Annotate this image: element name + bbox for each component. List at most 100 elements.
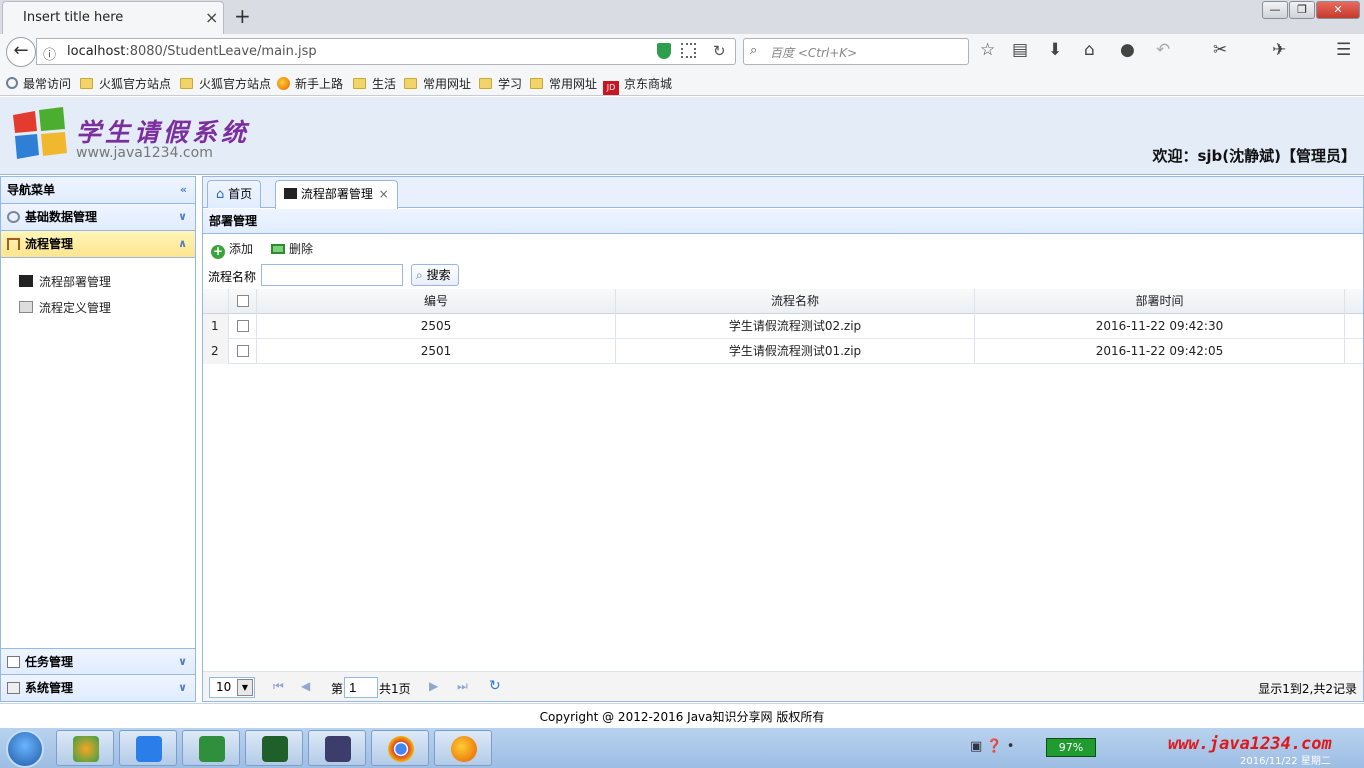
info-icon[interactable]: ⓘ <box>43 44 56 63</box>
chrome-icon <box>388 736 414 762</box>
browser-nav-bar: ⓘ localhost:8080/StudentLeave/main.jsp ↻… <box>0 34 1364 70</box>
home-icon[interactable]: ⌂ <box>1084 40 1095 60</box>
delete-button[interactable]: 删除 <box>271 240 313 257</box>
column-header-name[interactable]: 流程名称 <box>616 289 975 314</box>
bookmark-label: 火狐官方站点 <box>99 77 172 91</box>
chevron-down-icon[interactable]: ∨ <box>178 675 187 701</box>
column-header-time[interactable]: 部署时间 <box>975 289 1345 314</box>
last-page-icon[interactable]: ⏭ <box>457 679 468 694</box>
cell-id: 2501 <box>257 339 616 364</box>
extension-icon[interactable]: ✈ <box>1272 40 1286 60</box>
tray-date[interactable]: 2016/11/22 星期二 <box>1240 752 1331 767</box>
sidebar-section-system[interactable]: 系统管理 ∨ <box>1 675 195 702</box>
start-button[interactable] <box>6 730 44 768</box>
checkbox[interactable] <box>236 320 249 332</box>
download-icon[interactable]: ⬇ <box>1048 40 1062 60</box>
minimize-button[interactable]: — <box>1262 1 1288 19</box>
prev-page-icon[interactable]: ◀ <box>301 679 310 693</box>
row-number: 2 <box>203 339 229 364</box>
taskbar-app-button[interactable] <box>371 730 429 766</box>
taskbar-app-button[interactable] <box>434 730 492 766</box>
page-number-input[interactable] <box>344 677 378 698</box>
sidebar-item-label: 流程部署管理 <box>39 275 112 289</box>
sidebar: 导航菜单 « 基础数据管理 ∨ 流程管理 ∧ 流程部署管理 流程定义管理 任务管… <box>0 176 196 702</box>
chevron-up-icon[interactable]: ∧ <box>178 231 187 257</box>
row-number: 1 <box>203 314 229 339</box>
page-size-select[interactable]: 10 ▼ <box>209 677 255 698</box>
refresh-icon[interactable]: ↻ <box>489 678 501 694</box>
bookmark-item[interactable]: 学习 <box>479 75 522 92</box>
cell-name: 学生请假流程测试02.zip <box>616 314 975 339</box>
bookmark-item[interactable]: JD 京东商城 <box>603 75 672 95</box>
section-label: 基础数据管理 <box>25 210 98 224</box>
sidebar-section-basic-data[interactable]: 基础数据管理 ∨ <box>1 204 195 231</box>
tray-icons[interactable]: ▣ ❓ • <box>970 739 1014 754</box>
qr-code-icon[interactable] <box>681 43 696 58</box>
bookmark-label: 学习 <box>498 77 523 91</box>
url-path: :8080/StudentLeave/main.jsp <box>125 44 317 59</box>
chevron-down-icon[interactable]: ▼ <box>237 679 253 696</box>
logo-subtitle: www.java1234.com <box>76 145 213 161</box>
chevron-down-icon[interactable]: ∨ <box>178 204 187 230</box>
table-row[interactable]: 2 2501 学生请假流程测试01.zip 2016-11-22 09:42:0… <box>203 339 1363 364</box>
close-window-button[interactable]: ✕ <box>1316 1 1360 19</box>
bookmark-item[interactable]: 常用网址 <box>404 75 471 92</box>
table-row[interactable]: 1 2505 学生请假流程测试02.zip 2016-11-22 09:42:3… <box>203 314 1363 339</box>
select-all-checkbox[interactable] <box>229 289 257 314</box>
bookmark-item[interactable]: 最常访问 <box>6 75 71 92</box>
row-checkbox[interactable] <box>229 314 257 339</box>
taskbar-app-button[interactable] <box>308 730 366 766</box>
chevron-down-icon[interactable]: ∨ <box>178 649 187 675</box>
search-button[interactable]: ⌕ 搜索 <box>411 264 459 286</box>
bookmark-item[interactable]: 火狐官方站点 <box>180 75 271 92</box>
collapse-left-icon[interactable]: « <box>180 177 187 203</box>
tab-home[interactable]: ⌂ 首页 <box>207 180 262 208</box>
tab-close-icon[interactable]: × <box>205 8 218 27</box>
url-text: localhost:8080/StudentLeave/main.jsp <box>67 44 317 59</box>
app-icon <box>325 736 351 762</box>
crop-icon[interactable]: ✂ <box>1213 40 1227 60</box>
chat-icon[interactable]: ● <box>1120 40 1135 60</box>
new-tab-button[interactable]: + <box>234 4 251 28</box>
checkbox[interactable] <box>236 345 249 357</box>
row-checkbox[interactable] <box>229 339 257 364</box>
battery-indicator[interactable]: 97% <box>1046 738 1096 757</box>
reload-icon[interactable]: ↻ <box>713 42 726 60</box>
browser-tab[interactable]: Insert title here × <box>2 1 224 34</box>
gear-icon <box>7 211 20 223</box>
next-page-icon[interactable]: ▶ <box>429 679 438 693</box>
taskbar-app-button[interactable] <box>245 730 303 766</box>
bookmark-item[interactable]: 火狐官方站点 <box>80 75 171 92</box>
taskbar-app-button[interactable] <box>182 730 240 766</box>
tab-close-icon[interactable]: × <box>379 187 389 201</box>
bookmarks-toolbar: 最常访问 火狐官方站点 火狐官方站点 新手上路 生活 常用网址 学习 常用网址 … <box>0 70 1364 96</box>
taskbar-app-button[interactable] <box>119 730 177 766</box>
sidebar-section-flow[interactable]: 流程管理 ∧ <box>1 231 195 258</box>
add-button[interactable]: + 添加 <box>211 240 253 259</box>
first-page-icon[interactable]: ⏮ <box>273 679 284 694</box>
sidebar-section-task[interactable]: 任务管理 ∨ <box>1 648 195 675</box>
checkbox[interactable] <box>236 295 249 307</box>
flow-name-input[interactable] <box>261 264 403 286</box>
bookmark-item[interactable]: 常用网址 <box>530 75 597 92</box>
search-bar[interactable]: ⌕ 百度 <Ctrl+K> <box>743 38 969 65</box>
bookmark-label: 生活 <box>372 77 397 91</box>
bookmark-label: 常用网址 <box>549 77 598 91</box>
bookmark-star-icon[interactable]: ☆ <box>980 40 995 60</box>
shield-icon[interactable] <box>657 43 671 59</box>
taskbar-app-button[interactable] <box>56 730 114 766</box>
undo-icon[interactable]: ↶ <box>1156 40 1170 60</box>
sidebar-item-flow-deploy[interactable]: 流程部署管理 <box>19 273 111 290</box>
reading-list-icon[interactable]: ▤ <box>1012 40 1028 60</box>
column-header-id[interactable]: 编号 <box>257 289 616 314</box>
tab-label: 流程部署管理 <box>300 187 373 201</box>
tab-flow-deploy[interactable]: 流程部署管理 × <box>275 180 398 209</box>
back-button[interactable]: ← <box>6 37 36 67</box>
bookmark-item[interactable]: 新手上路 <box>277 75 343 92</box>
maximize-button[interactable]: ❐ <box>1289 1 1315 19</box>
menu-icon[interactable]: ☰ <box>1336 40 1351 60</box>
url-bar[interactable]: ⓘ localhost:8080/StudentLeave/main.jsp ↻ <box>36 38 736 65</box>
bookmark-item[interactable]: 生活 <box>353 75 396 92</box>
sidebar-item-flow-define[interactable]: 流程定义管理 <box>19 299 111 316</box>
folder-icon <box>180 78 193 89</box>
